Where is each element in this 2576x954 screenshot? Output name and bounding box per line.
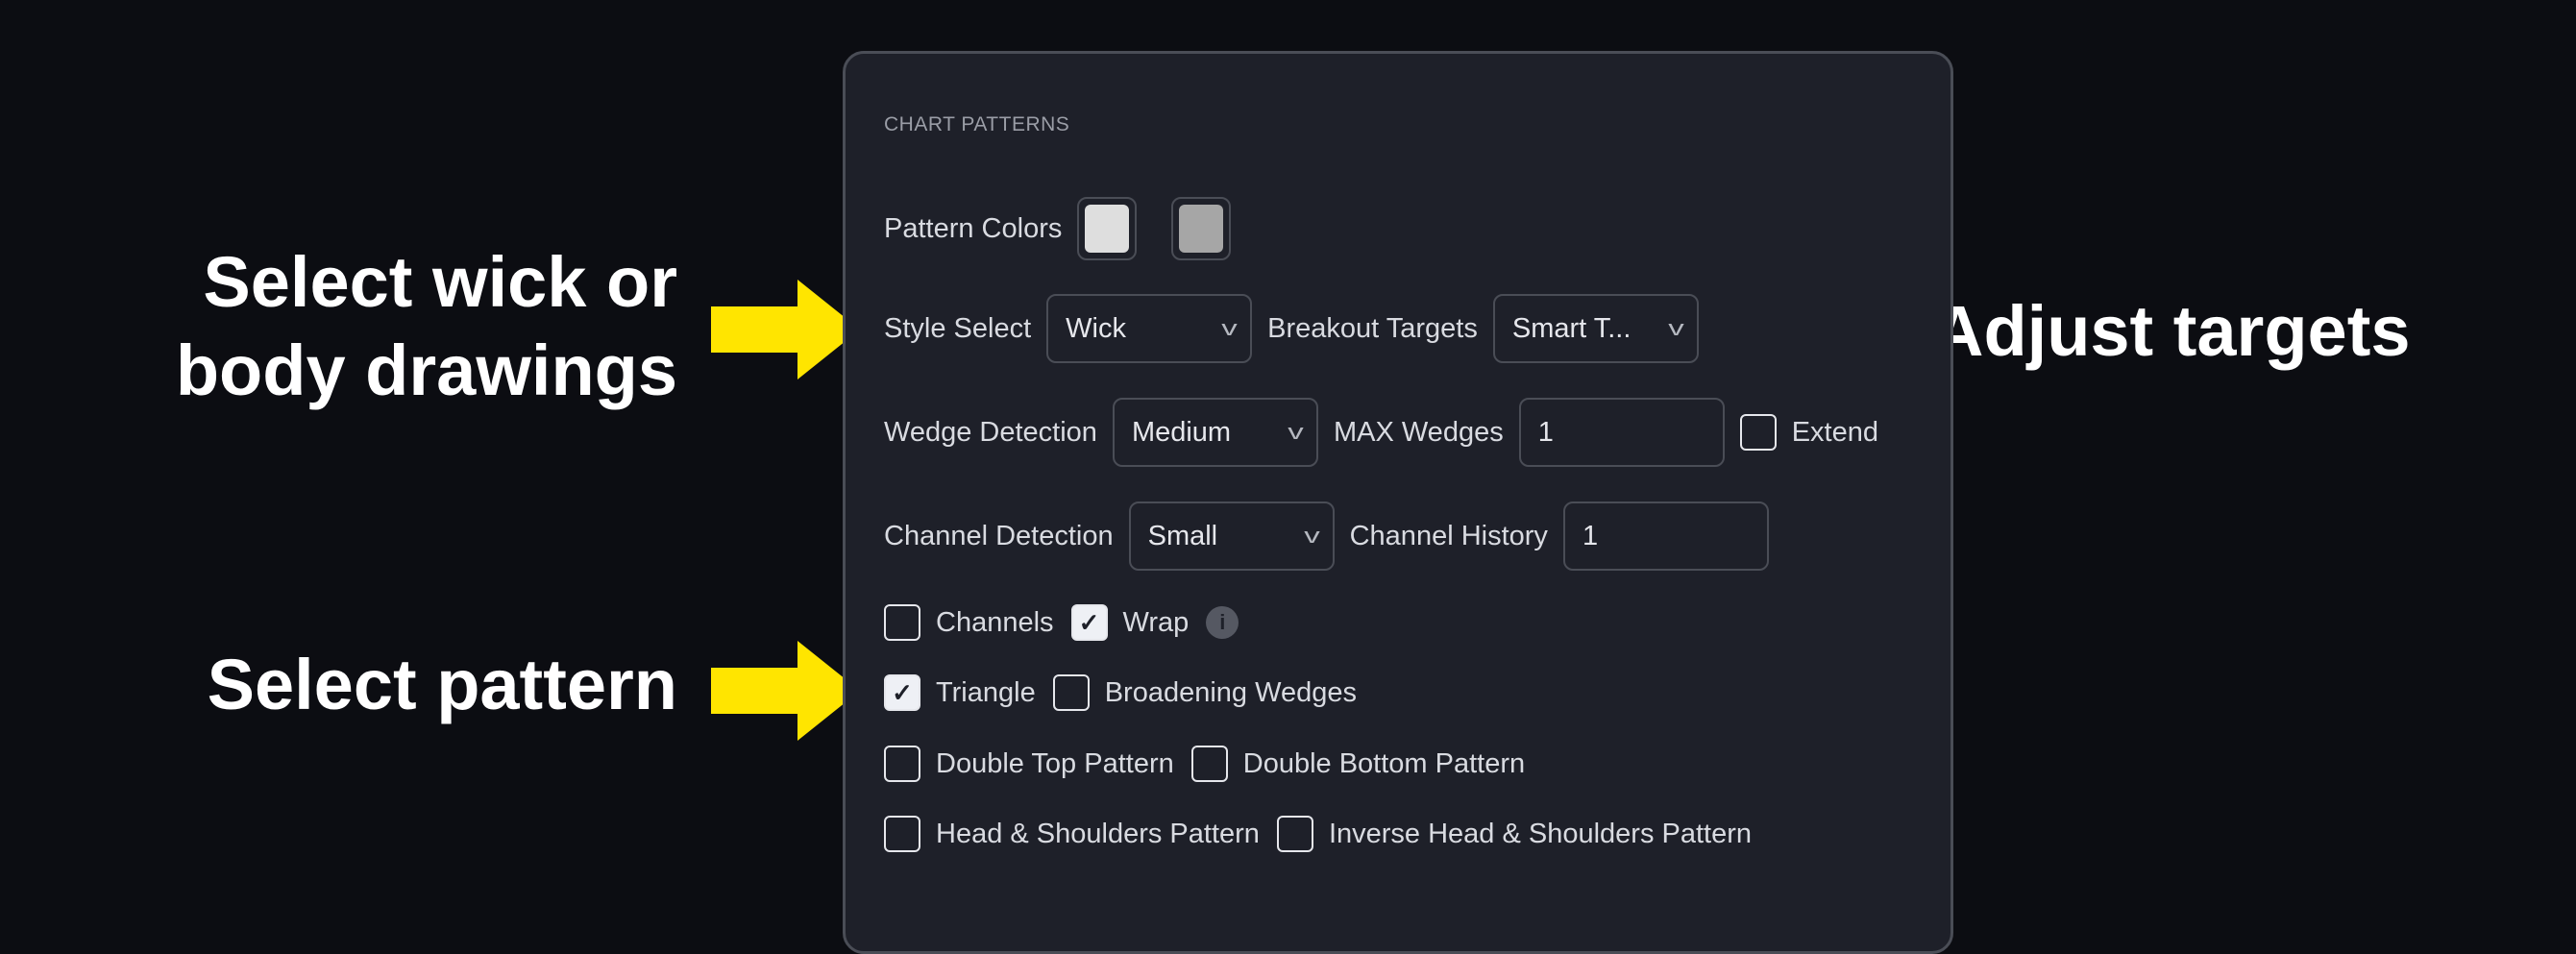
breakout-targets-dropdown[interactable]: Smart T... v <box>1492 294 1699 363</box>
wrap-label: Wrap <box>1122 606 1190 638</box>
head-shoulders-label: Head & Shoulders Pattern <box>936 818 1260 849</box>
style-select-value: Wick <box>1066 312 1126 344</box>
arrow-right-icon <box>711 641 860 741</box>
chevron-down-icon: v <box>1221 316 1238 340</box>
triangle-checkbox[interactable]: ✓ <box>884 674 920 711</box>
channel-history-label: Channel History <box>1349 520 1548 551</box>
extend-label: Extend <box>1791 416 1878 448</box>
channel-detection-label: Channel Detection <box>884 520 1114 551</box>
pattern-color-swatch-1[interactable] <box>1077 197 1138 260</box>
checkmark-icon: ✓ <box>892 677 913 707</box>
double-bottom-label: Double Bottom Pattern <box>1242 747 1526 779</box>
wrap-checkbox[interactable]: ✓ <box>1070 604 1108 641</box>
wedge-detection-dropdown[interactable]: Medium v <box>1112 398 1318 467</box>
breakout-targets-label: Breakout Targets <box>1267 312 1478 344</box>
max-wedges-label: MAX Wedges <box>1333 416 1504 448</box>
double-bottom-checkbox[interactable] <box>1190 746 1228 782</box>
arrow-right-icon <box>711 280 860 379</box>
pattern-colors-row: Pattern Colors <box>884 195 1265 262</box>
section-title: CHART PATTERNS <box>884 113 1070 135</box>
chart-patterns-panel: CHART PATTERNS Pattern Colors Style Sele… <box>843 51 1953 954</box>
chevron-down-icon: v <box>1288 420 1304 444</box>
pattern-color-swatch-2[interactable] <box>1171 197 1232 260</box>
style-select-label: Style Select <box>884 312 1032 344</box>
broadening-wedges-checkbox[interactable] <box>1052 674 1090 711</box>
channels-label: Channels <box>936 606 1054 638</box>
annotation-style: Select wick or body drawings <box>176 238 677 415</box>
triangle-label: Triangle <box>936 676 1036 708</box>
wedge-row: Wedge Detection Medium v MAX Wedges 1 Ext… <box>884 398 1894 467</box>
checkbox-row-4: Head & Shoulders Pattern Inverse Head & … <box>884 815 1769 853</box>
checkmark-icon: ✓ <box>1078 607 1100 637</box>
checkbox-row-1: Channels ✓ Wrap i <box>884 603 1254 642</box>
pattern-colors-label: Pattern Colors <box>884 212 1063 244</box>
style-select-dropdown[interactable]: Wick v <box>1046 294 1253 363</box>
annotation-targets: Adjust targets <box>1932 291 2411 371</box>
annotation-pattern: Select pattern <box>207 645 677 724</box>
channels-checkbox[interactable] <box>884 604 920 641</box>
inverse-head-shoulders-label: Inverse Head & Shoulders Pattern <box>1328 818 1753 849</box>
checkbox-row-2: ✓ Triangle Broadening Wedges <box>884 673 1374 712</box>
channel-detection-value: Small <box>1147 520 1218 551</box>
annotation-style-line2: body drawings <box>175 330 677 410</box>
breakout-targets-value: Smart T... <box>1511 312 1631 344</box>
max-wedges-input[interactable]: 1 <box>1518 398 1725 467</box>
channel-row: Channel Detection Small v Channel History… <box>884 501 1784 571</box>
head-shoulders-checkbox[interactable] <box>884 816 920 852</box>
chevron-down-icon: v <box>1303 524 1320 548</box>
chevron-down-icon: v <box>1668 316 1684 340</box>
wedge-detection-label: Wedge Detection <box>884 416 1097 448</box>
info-icon[interactable]: i <box>1206 606 1239 639</box>
checkbox-row-3: Double Top Pattern Double Bottom Pattern <box>884 745 1542 783</box>
annotation-style-line1: Select wick or <box>203 242 677 322</box>
extend-checkbox[interactable] <box>1739 414 1777 451</box>
style-row: Style Select Wick v Breakout Targets Smar… <box>884 294 1714 363</box>
broadening-wedges-label: Broadening Wedges <box>1104 676 1357 708</box>
double-top-label: Double Top Pattern <box>936 747 1174 779</box>
wedge-detection-value: Medium <box>1131 416 1232 448</box>
double-top-checkbox[interactable] <box>884 746 920 782</box>
channel-history-input[interactable]: 1 <box>1562 501 1769 571</box>
inverse-head-shoulders-checkbox[interactable] <box>1276 816 1313 852</box>
channel-detection-dropdown[interactable]: Small v <box>1128 501 1335 571</box>
